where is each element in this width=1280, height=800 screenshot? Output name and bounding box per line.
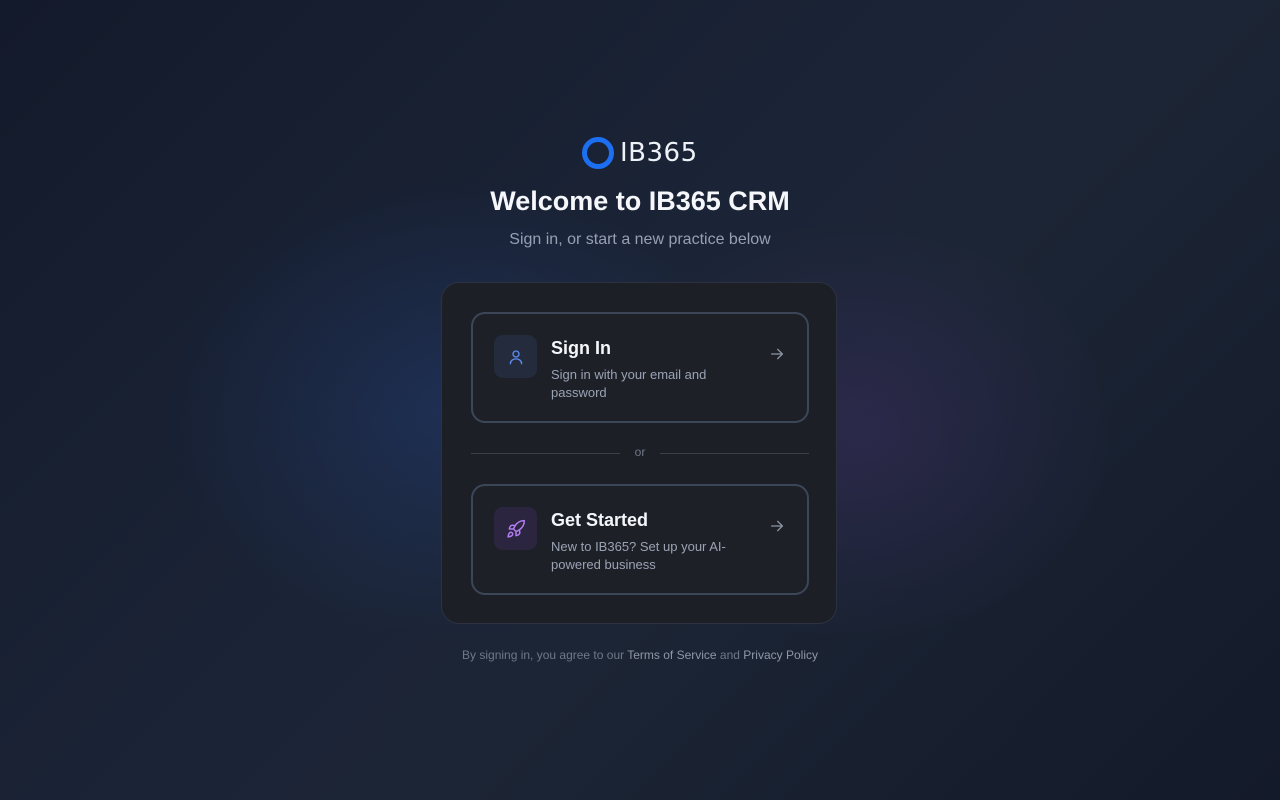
footer-conjunction: and xyxy=(716,648,744,662)
get-started-button[interactable]: Get Started New to IB365? Set up your AI… xyxy=(471,484,809,595)
logo-ring-icon xyxy=(582,137,614,169)
privacy-policy-link[interactable]: Privacy Policy xyxy=(743,648,818,662)
auth-card: Sign In Sign in with your email and pass… xyxy=(441,282,837,624)
sign-in-button[interactable]: Sign In Sign in with your email and pass… xyxy=(471,312,809,423)
legal-footer: By signing in, you agree to our Terms of… xyxy=(0,648,1280,662)
rocket-icon xyxy=(494,507,537,550)
page-subtitle: Sign in, or start a new practice below xyxy=(509,231,771,248)
arrow-right-icon xyxy=(769,346,785,362)
footer-prefix: By signing in, you agree to our xyxy=(462,648,628,662)
sign-in-title: Sign In xyxy=(551,338,611,358)
brand-name: IB365 xyxy=(620,138,698,168)
brand-logo: IB365 xyxy=(582,136,698,170)
get-started-title: Get Started xyxy=(551,510,649,530)
divider-label: or xyxy=(634,445,646,459)
page-title: Welcome to IB365 CRM xyxy=(490,186,790,216)
arrow-right-icon xyxy=(769,518,785,534)
get-started-description: New to IB365? Set up your AI-powered bus… xyxy=(551,539,726,572)
user-icon xyxy=(494,335,537,378)
or-divider: or xyxy=(471,445,809,461)
terms-of-service-link[interactable]: Terms of Service xyxy=(627,648,716,662)
sign-in-description: Sign in with your email and password xyxy=(551,367,707,400)
divider-line xyxy=(660,453,809,454)
